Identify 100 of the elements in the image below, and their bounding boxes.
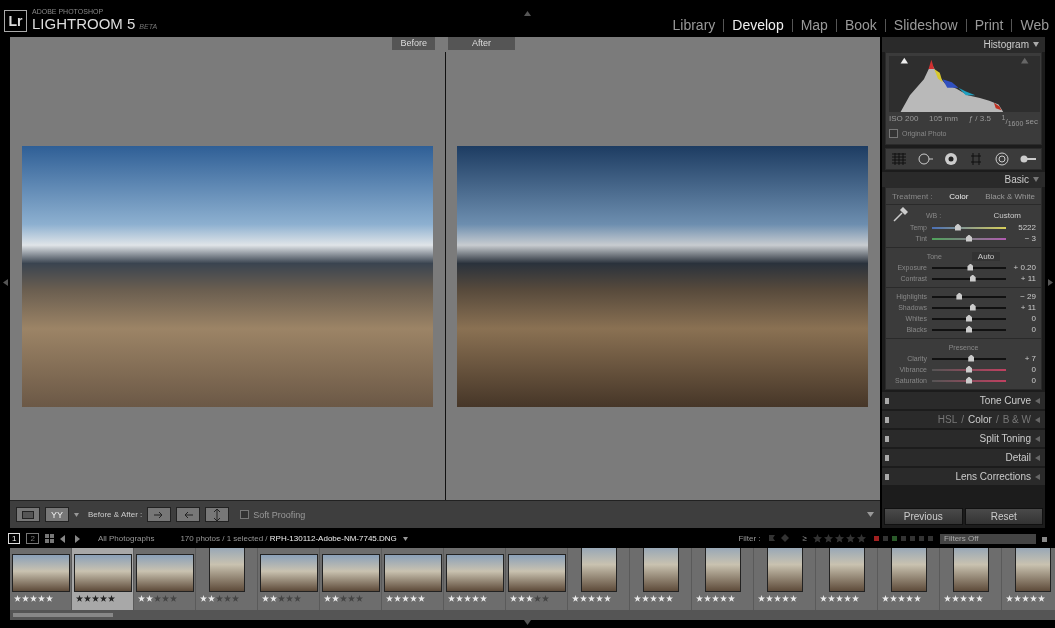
photo-placeholder bbox=[259, 554, 318, 592]
collapsed-panel-header[interactable]: Detail bbox=[882, 449, 1045, 466]
expand-triangle-icon[interactable] bbox=[1035, 435, 1040, 442]
collapsed-panel-header[interactable]: HSL / Color / B & W bbox=[882, 411, 1045, 428]
slider-value: + 11 bbox=[1019, 274, 1036, 283]
slider-thumb[interactable] bbox=[969, 303, 976, 311]
expand-triangle-icon[interactable] bbox=[1035, 397, 1040, 404]
target-icon[interactable] bbox=[942, 152, 959, 166]
original-photo-checkbox[interactable] bbox=[889, 129, 898, 139]
filmstrip-thumbnail[interactable] bbox=[382, 548, 444, 610]
panel-title[interactable]: Basic bbox=[1004, 174, 1029, 185]
filter-preset-dropdown[interactable]: Filters Off bbox=[940, 533, 1036, 544]
rating-operator[interactable]: ≥ bbox=[802, 534, 807, 543]
photo-placeholder bbox=[1014, 548, 1051, 592]
caret-icon[interactable] bbox=[402, 536, 408, 541]
forward-arrow-icon[interactable] bbox=[72, 534, 80, 543]
loupe-view-button[interactable] bbox=[16, 507, 40, 522]
panel-toggle-icon[interactable] bbox=[2, 279, 8, 286]
slider-thumb[interactable] bbox=[956, 292, 963, 300]
treatment-option[interactable]: Color bbox=[949, 191, 969, 201]
ring-icon[interactable] bbox=[994, 152, 1011, 166]
filmstrip-thumbnail[interactable] bbox=[134, 548, 196, 610]
caret-icon[interactable] bbox=[867, 512, 874, 517]
color-label-filter-icon[interactable] bbox=[874, 536, 934, 541]
slider-value: 5222 bbox=[1017, 223, 1036, 232]
slider-thumb[interactable] bbox=[966, 325, 972, 333]
lock-icon[interactable] bbox=[1042, 535, 1047, 542]
slider-value: 0 bbox=[1030, 376, 1036, 385]
photo-placeholder bbox=[952, 548, 989, 592]
module-tab[interactable]: Library bbox=[664, 19, 724, 32]
panel-title: Split Toning bbox=[979, 433, 1031, 444]
module-tab[interactable]: Map bbox=[791, 19, 836, 32]
collapsed-panel-header[interactable]: Split Toning bbox=[882, 430, 1045, 447]
module-tab[interactable]: Print bbox=[965, 19, 1012, 32]
slider-thumb[interactable] bbox=[969, 274, 976, 282]
filmstrip-thumbnail[interactable] bbox=[258, 548, 320, 610]
slider-value: 0 bbox=[1030, 365, 1036, 374]
panel-switch-icon[interactable] bbox=[885, 397, 889, 404]
module-tab[interactable]: Web bbox=[1011, 19, 1049, 32]
before-after-view-button[interactable]: YY bbox=[45, 507, 69, 522]
source-label[interactable]: All Photographs bbox=[97, 534, 155, 543]
soft-proofing-checkbox[interactable] bbox=[240, 510, 250, 519]
treatment-option[interactable]: Black & White bbox=[985, 191, 1035, 201]
module-tab[interactable]: Develop bbox=[723, 19, 792, 32]
monitor-button[interactable]: 2 bbox=[26, 533, 39, 544]
slider-value: + 7 bbox=[1023, 354, 1036, 363]
panel-toggle-icon[interactable] bbox=[1047, 279, 1053, 286]
module-tab[interactable]: Book bbox=[835, 19, 885, 32]
copy-settings-button[interactable] bbox=[147, 507, 172, 522]
grid-icon[interactable] bbox=[44, 534, 54, 543]
slider-thumb[interactable] bbox=[968, 354, 975, 362]
panel-title: Tone Curve bbox=[979, 395, 1031, 406]
panel-switch-icon[interactable] bbox=[885, 416, 889, 423]
wb-dropdown[interactable]: Custom bbox=[993, 210, 1021, 220]
panel-button[interactable]: Reset bbox=[964, 508, 1043, 525]
monitor-button[interactable]: 1 bbox=[8, 533, 21, 544]
collapsed-panel-header[interactable]: Lens Corrections bbox=[882, 468, 1045, 485]
slider-value: − 29 bbox=[1019, 292, 1036, 301]
slider-thumb[interactable] bbox=[966, 234, 972, 242]
panel-button[interactable]: Previous bbox=[884, 508, 963, 525]
slider-thumb[interactable] bbox=[966, 314, 972, 322]
rectangle-icon bbox=[22, 510, 34, 519]
swap-button[interactable] bbox=[205, 507, 230, 522]
after-label: After bbox=[448, 37, 515, 50]
module-tab[interactable]: Slideshow bbox=[884, 19, 966, 32]
scrollbar-thumb[interactable] bbox=[13, 613, 113, 617]
slider-thumb[interactable] bbox=[966, 376, 972, 384]
caret-icon[interactable] bbox=[1033, 42, 1039, 47]
focal-length: 105 mm bbox=[929, 114, 958, 125]
filmstrip-thumbnail[interactable] bbox=[444, 548, 506, 610]
slider-thumb[interactable] bbox=[967, 263, 974, 271]
slider-thumb[interactable] bbox=[966, 365, 972, 373]
product-name: LIGHTROOM 5 bbox=[32, 15, 136, 32]
panel-tab[interactable]: Color bbox=[967, 414, 992, 425]
tab-separator: / bbox=[961, 414, 964, 425]
slider-value: − 3 bbox=[1023, 234, 1036, 243]
back-arrow-icon[interactable] bbox=[59, 534, 67, 543]
panel-toggle-icon[interactable] bbox=[524, 11, 531, 16]
photo-count-info[interactable]: 170 photos / 1 selected / RPH-130112-Adobe-NM-7745.DNG bbox=[180, 534, 397, 543]
expand-triangle-icon[interactable] bbox=[1035, 473, 1040, 480]
filmstrip-thumbnail[interactable] bbox=[10, 548, 72, 610]
shutter-speed: $^{1}$/$_{1600}$ sec bbox=[1001, 114, 1038, 128]
filmstrip-thumbnail[interactable] bbox=[506, 548, 568, 610]
photo-placeholder bbox=[580, 548, 617, 592]
filmstrip-thumbnail[interactable] bbox=[72, 548, 134, 610]
expand-triangle-icon[interactable] bbox=[1035, 416, 1040, 423]
panel-switch-icon[interactable] bbox=[885, 454, 889, 461]
eyedropper-icon[interactable] bbox=[892, 207, 908, 223]
auto-button[interactable]: Auto bbox=[971, 252, 1001, 261]
copy-settings-button[interactable] bbox=[176, 507, 201, 522]
collapsed-panel-header[interactable]: Tone Curve bbox=[882, 392, 1045, 409]
panel-switch-icon[interactable] bbox=[885, 435, 889, 442]
swap-arrows-icon bbox=[213, 508, 222, 521]
slider-thumb[interactable] bbox=[954, 223, 961, 231]
caret-icon[interactable] bbox=[74, 512, 79, 517]
caret-icon[interactable] bbox=[1033, 177, 1039, 182]
filmstrip-thumbnail[interactable] bbox=[320, 548, 382, 610]
panel-switch-icon[interactable] bbox=[885, 473, 889, 480]
arrow-icon bbox=[183, 510, 194, 519]
expand-triangle-icon[interactable] bbox=[1035, 454, 1040, 461]
